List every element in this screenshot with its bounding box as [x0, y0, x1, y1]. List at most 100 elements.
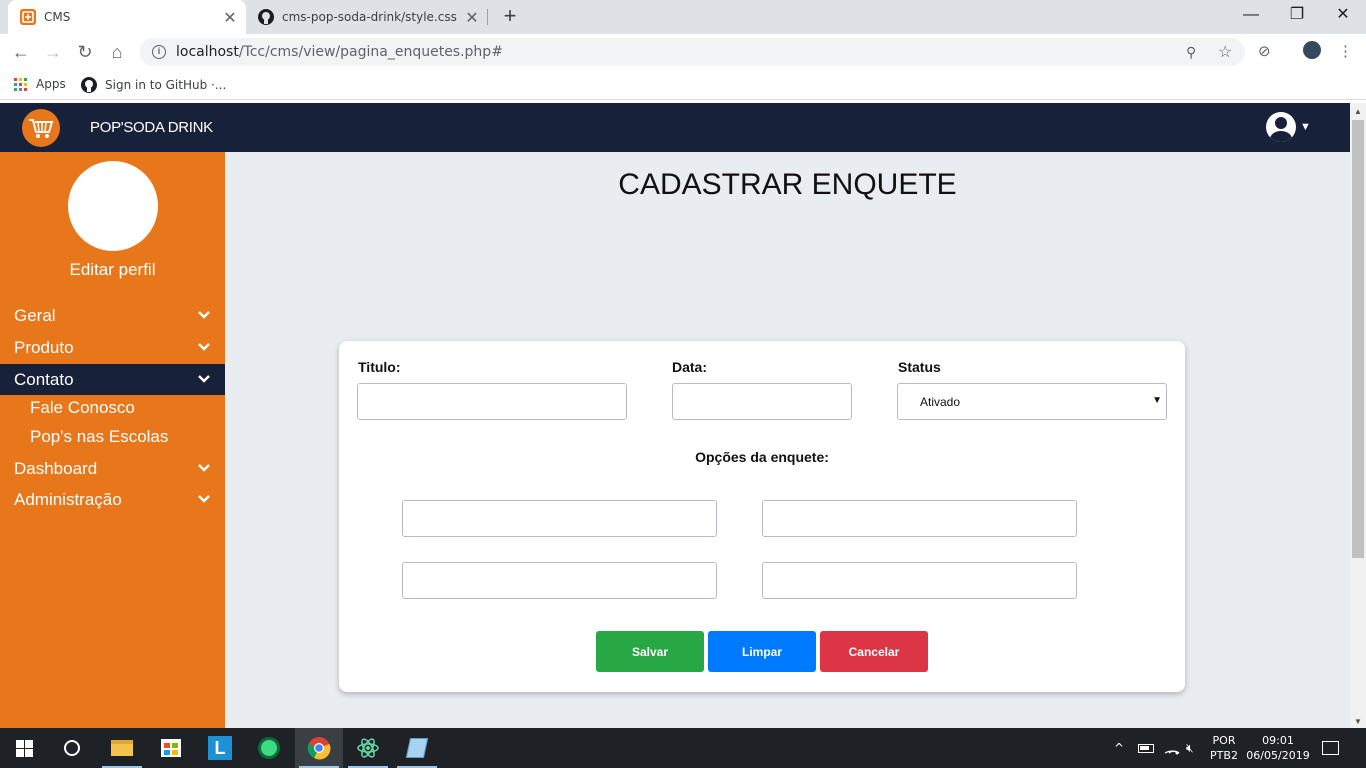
new-tab-icon[interactable]: +	[498, 4, 522, 28]
l-app-icon[interactable]: L	[196, 728, 244, 768]
chevron-down-icon	[198, 343, 210, 351]
sidebar: Editar perfil Geral Produto Contato Fale…	[0, 152, 225, 728]
restore-icon[interactable]: ❐	[1274, 2, 1320, 28]
action-center-icon[interactable]	[1322, 728, 1339, 768]
scrollbar-thumb[interactable]	[1352, 120, 1364, 558]
chrome-menu-icon[interactable]: ⋮	[1338, 42, 1353, 60]
chevron-down-icon	[198, 311, 210, 319]
forward-arrow-icon[interactable]: →	[40, 39, 66, 65]
option-4-input[interactable]	[762, 562, 1077, 599]
atom-editor-icon[interactable]	[344, 728, 392, 768]
notepad-app-icon[interactable]	[393, 728, 441, 768]
sidebar-item-label: Dashboard	[14, 458, 98, 478]
option-1-input[interactable]	[402, 500, 717, 537]
clock-date: 06/05/2019	[1246, 749, 1310, 762]
profile-picture[interactable]	[68, 161, 158, 251]
tab-cms[interactable]: CMS ✕	[8, 0, 246, 34]
status-label: Status	[898, 359, 941, 375]
chrome-logo-icon	[307, 737, 331, 760]
bookmark-label: Apps	[36, 77, 66, 91]
page-title: CADASTRAR ENQUETE	[618, 168, 957, 201]
wifi-icon[interactable]	[1164, 728, 1180, 768]
scroll-down-icon[interactable]: ▼	[1354, 717, 1362, 726]
bookmarks-bar: Apps Sign in to GitHub ·...	[0, 70, 1366, 100]
sidebar-item-contato[interactable]: Contato	[0, 364, 225, 395]
browser-toolbar: ← → ↻ ⌂ i localhost/Tcc/cms/view/pagina_…	[0, 34, 1366, 70]
tab-close-icon[interactable]: ✕	[218, 8, 242, 27]
android-studio-icon[interactable]	[245, 728, 293, 768]
url-text: localhost/Tcc/cms/view/pagina_enquetes.p…	[176, 44, 503, 60]
search-circle-icon[interactable]	[48, 728, 96, 768]
home-icon[interactable]: ⌂	[104, 39, 130, 65]
minimize-icon[interactable]: —	[1228, 2, 1274, 28]
option-3-input[interactable]	[402, 562, 717, 599]
github-icon	[81, 77, 97, 93]
bookmark-label: Sign in to GitHub ·...	[105, 78, 227, 92]
sidebar-item-administracao[interactable]: Administração	[0, 484, 225, 515]
extension-icon[interactable]: ⊘	[1258, 42, 1271, 60]
windows-taskbar: L ^ 🔇︎ POR PTB2 09:01 06/05/2019	[0, 728, 1366, 768]
clock[interactable]: 09:01 06/05/2019	[1244, 733, 1312, 763]
chevron-down-icon	[198, 464, 210, 472]
data-input[interactable]	[672, 383, 852, 420]
zoom-icon[interactable]: ⚲	[1186, 44, 1196, 61]
page-scrollbar[interactable]: ▲ ▼	[1350, 103, 1366, 728]
file-explorer-icon[interactable]	[98, 728, 146, 768]
sidebar-item-label: Geral	[14, 305, 56, 325]
top-navbar: POP'SODA DRINK ▼	[0, 103, 1350, 152]
cancel-button[interactable]: Cancelar	[820, 631, 928, 672]
bookmark-github[interactable]: Sign in to GitHub ·...	[81, 77, 226, 93]
clear-button[interactable]: Limpar	[708, 631, 816, 672]
options-label: Opções da enquete:	[695, 449, 829, 465]
atom-logo-icon	[357, 738, 379, 758]
window-close-icon[interactable]: ✕	[1320, 2, 1366, 28]
reload-icon[interactable]: ↻	[72, 39, 98, 65]
chrome-taskbar-icon[interactable]	[295, 728, 343, 768]
data-label: Data:	[672, 359, 708, 375]
sidebar-item-label: Produto	[14, 337, 74, 357]
user-menu[interactable]: ▼	[1266, 112, 1311, 142]
option-2-input[interactable]	[762, 500, 1077, 537]
page-viewport: POP'SODA DRINK ▼ Editar perfil Geral Pro…	[0, 103, 1350, 728]
url-host: localhost	[176, 44, 239, 60]
edit-profile-link[interactable]: Editar perfil	[0, 260, 225, 280]
sidebar-item-dashboard[interactable]: Dashboard	[0, 453, 225, 484]
info-icon[interactable]: i	[152, 45, 166, 59]
status-selected-value: Ativado	[920, 394, 961, 409]
brand-name[interactable]: POP'SODA DRINK	[90, 119, 213, 136]
sidebar-item-geral[interactable]: Geral	[0, 300, 225, 331]
status-select[interactable]: Ativado ▼	[897, 383, 1167, 420]
input-language-indicator[interactable]: POR PTB2	[1208, 733, 1240, 763]
sidebar-item-produto[interactable]: Produto	[0, 332, 225, 363]
windows-start-icon[interactable]	[0, 728, 48, 768]
titulo-input[interactable]	[357, 383, 627, 420]
tab-close-icon[interactable]: ✕	[460, 8, 484, 27]
select-caret-icon: ▼	[1152, 395, 1162, 406]
battery-icon[interactable]	[1138, 728, 1154, 768]
joomla-favicon-icon	[20, 9, 36, 25]
user-circle-icon	[1266, 112, 1296, 142]
address-bar[interactable]: i localhost/Tcc/cms/view/pagina_enquetes…	[140, 38, 1245, 66]
chevron-down-icon	[198, 495, 210, 503]
cart-icon	[29, 119, 54, 138]
github-favicon-icon	[258, 9, 274, 25]
store-icon[interactable]	[147, 728, 195, 768]
url-path: /Tcc/cms/view/pagina_enquetes.php#	[238, 44, 503, 60]
scroll-up-icon[interactable]: ▲	[1354, 107, 1362, 116]
chevron-down-icon	[198, 375, 210, 383]
save-button[interactable]: Salvar	[596, 631, 704, 672]
back-arrow-icon[interactable]: ←	[8, 39, 34, 65]
profile-avatar-icon[interactable]	[1303, 41, 1321, 59]
tab-github[interactable]: cms-pop-soda-drink/style.css at ✕	[248, 0, 488, 34]
submenu-item-pops-nas-escolas[interactable]: Pop's nas Escolas	[30, 427, 168, 447]
windows-logo-icon	[15, 739, 33, 757]
bookmark-star-icon[interactable]: ☆	[1218, 42, 1232, 62]
submenu-item-fale-conosco[interactable]: Fale Conosco	[30, 398, 135, 418]
tab-title: CMS	[44, 10, 71, 24]
cart-logo-icon[interactable]	[22, 109, 60, 147]
bookmark-apps[interactable]: Apps	[14, 77, 66, 91]
language-code: POR	[1212, 734, 1236, 747]
sidebar-item-label: Contato	[14, 369, 74, 389]
show-hidden-icons-icon[interactable]: ^	[1114, 728, 1124, 768]
volume-muted-icon[interactable]: 🔇︎	[1186, 728, 1194, 768]
